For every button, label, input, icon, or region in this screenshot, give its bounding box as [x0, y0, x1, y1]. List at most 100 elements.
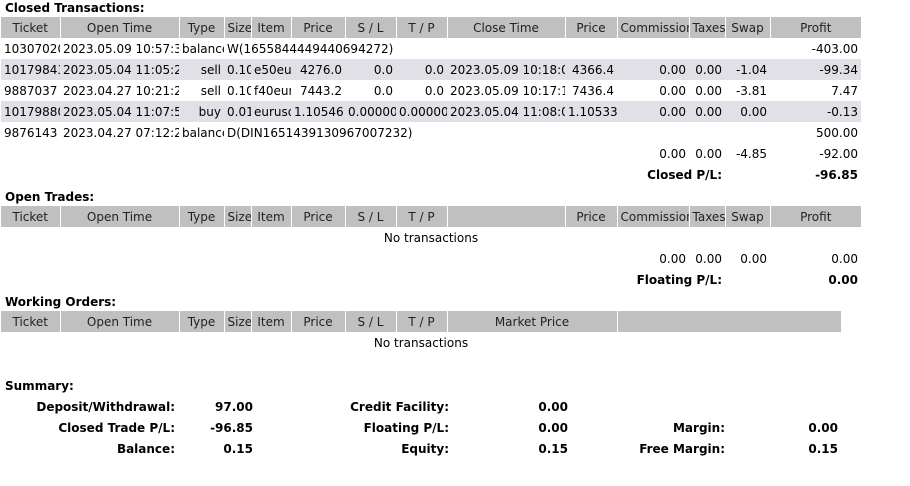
- col-sl: S / L: [345, 206, 397, 227]
- col-ticket: Ticket: [1, 206, 61, 227]
- col-blank: [617, 311, 841, 332]
- closed-transactions-table: Ticket Open Time Type Size Item Price S …: [1, 17, 861, 185]
- taxes-cell: 0.00: [689, 101, 725, 122]
- closed-pl-row: Closed P/L: -96.85: [1, 164, 861, 185]
- sl-cell: 0.00000: [345, 101, 396, 122]
- close-time-cell: 2023.05.09 10:18:01: [447, 59, 565, 80]
- col-item: Item: [251, 206, 292, 227]
- col-commission: Commission: [617, 17, 690, 38]
- commission-cell: 0.00: [659, 83, 686, 98]
- open-header-row: Ticket Open Time Type Size Item Price S …: [1, 206, 861, 227]
- ticket-cell: 10179843: [1, 59, 60, 80]
- totals-row: 0.00 0.00 -4.85 -92.00: [1, 143, 861, 164]
- margin-label: Margin:: [672, 421, 725, 435]
- taxes-cell: 0.00: [689, 59, 725, 80]
- col-sl: S / L: [345, 311, 397, 332]
- no-transactions-text: No transactions: [373, 335, 469, 350]
- open-trades-table: Ticket Open Time Type Size Item Price S …: [1, 206, 861, 290]
- totals-row: 0.00 0.00 0.00 0.00: [1, 248, 861, 269]
- deposit-withdrawal-label: Deposit/Withdrawal:: [36, 400, 175, 414]
- close-price-cell: 1.10533: [565, 101, 617, 122]
- col-close-price: Price: [565, 17, 618, 38]
- col-blank: [447, 206, 566, 227]
- col-size: Size: [224, 311, 252, 332]
- col-sl: S / L: [345, 17, 397, 38]
- item-cell: eurusd': [251, 101, 291, 122]
- open-time-cell: 2023.05.04 11:05:20: [60, 59, 179, 80]
- total-profit: 0.00: [831, 251, 858, 266]
- tp-cell: 0.0: [396, 59, 447, 80]
- empty-row: No transactions: [1, 227, 861, 248]
- price-cell: 4276.0: [291, 59, 345, 80]
- col-ticket: Ticket: [1, 311, 61, 332]
- col-open-time: Open Time: [60, 311, 180, 332]
- equity-label: Equity:: [401, 442, 449, 456]
- col-size: Size: [224, 17, 252, 38]
- sl-cell: 0.0: [373, 83, 393, 98]
- total-commission: 0.00: [659, 251, 686, 266]
- no-transactions-text: No transactions: [383, 230, 479, 245]
- summary-title: Summary:: [5, 379, 74, 393]
- profit-cell: -0.13: [770, 101, 861, 122]
- type-cell: sell: [179, 59, 224, 80]
- col-open-time: Open Time: [60, 206, 180, 227]
- type-cell: buy: [179, 101, 224, 122]
- profit-cell: 500.00: [816, 125, 858, 140]
- col-size: Size: [224, 206, 252, 227]
- swap-cell: -3.81: [735, 83, 767, 98]
- credit-facility-label: Credit Facility:: [350, 400, 449, 414]
- total-commission: 0.00: [659, 146, 686, 161]
- deposit-withdrawal-value: 97.00: [215, 400, 253, 414]
- col-tp: T / P: [396, 206, 448, 227]
- col-taxes: Taxes: [689, 17, 726, 38]
- swap-cell: -1.04: [725, 59, 770, 80]
- balance-value: 0.15: [223, 442, 253, 456]
- col-open-time: Open Time: [60, 17, 180, 38]
- col-tp: T / P: [396, 17, 448, 38]
- floating-pl-summary-value: 0.00: [538, 421, 568, 435]
- close-price-cell: 4366.4: [565, 59, 617, 80]
- type-cell: balance: [182, 41, 224, 56]
- summary-section: Summary: Deposit/Withdrawal: 97.00 Close…: [0, 376, 910, 486]
- comment-cell: D(DIN1651439130967007232): [227, 125, 413, 140]
- price-cell: 1.10546: [291, 101, 345, 122]
- open-time-cell: 2023.05.04 11:07:53: [60, 101, 179, 122]
- closed-header-row: Ticket Open Time Type Size Item Price S …: [1, 17, 861, 38]
- table-row: 10179843 2023.05.04 11:05:20 sell 0.10 e…: [1, 59, 861, 80]
- working-orders-table: Ticket Open Time Type Size Item Price S …: [1, 311, 841, 353]
- close-time-cell: 2023.05.09 10:17:12: [450, 83, 565, 98]
- tp-cell: 0.00000: [396, 101, 447, 122]
- profit-cell: 7.47: [831, 83, 858, 98]
- type-cell: sell: [200, 83, 221, 98]
- total-taxes: 0.00: [695, 146, 722, 161]
- closed-trade-pl-value: -96.85: [210, 421, 253, 435]
- equity-value: 0.15: [538, 442, 568, 456]
- close-time-cell: 2023.05.04 11:08:03: [447, 101, 565, 122]
- balance-label: Balance:: [116, 442, 175, 456]
- col-swap: Swap: [725, 206, 771, 227]
- ticket-cell: 9876143: [4, 125, 58, 140]
- col-profit: Profit: [770, 206, 861, 227]
- profit-cell: -403.00: [811, 41, 858, 56]
- floating-pl-label: Floating P/L:: [636, 272, 722, 287]
- ticket-cell: 10179880: [1, 101, 60, 122]
- free-margin-value: 0.15: [808, 442, 838, 456]
- commission-cell: 0.00: [617, 101, 689, 122]
- profit-cell: -99.34: [770, 59, 861, 80]
- col-item: Item: [251, 17, 292, 38]
- taxes-cell: 0.00: [695, 83, 722, 98]
- col-price: Price: [291, 206, 346, 227]
- total-taxes: 0.00: [695, 251, 722, 266]
- floating-pl-row: Floating P/L: 0.00: [1, 269, 861, 290]
- floating-pl-value: 0.00: [828, 272, 858, 287]
- closed-transactions-title: Closed Transactions:: [5, 1, 145, 15]
- size-cell: 0.01: [224, 101, 251, 122]
- floating-pl-summary-label: Floating P/L:: [363, 421, 449, 435]
- comment-cell: W(1655844449440694272): [227, 41, 394, 56]
- ticket-cell: 9887037: [4, 83, 58, 98]
- col-type: Type: [179, 311, 225, 332]
- size-cell: 0.10: [227, 83, 251, 98]
- open-time-cell: 2023.05.09 10:57:38: [63, 41, 179, 56]
- open-time-cell: 2023.04.27 07:12:27: [63, 125, 179, 140]
- col-tp: T / P: [396, 311, 448, 332]
